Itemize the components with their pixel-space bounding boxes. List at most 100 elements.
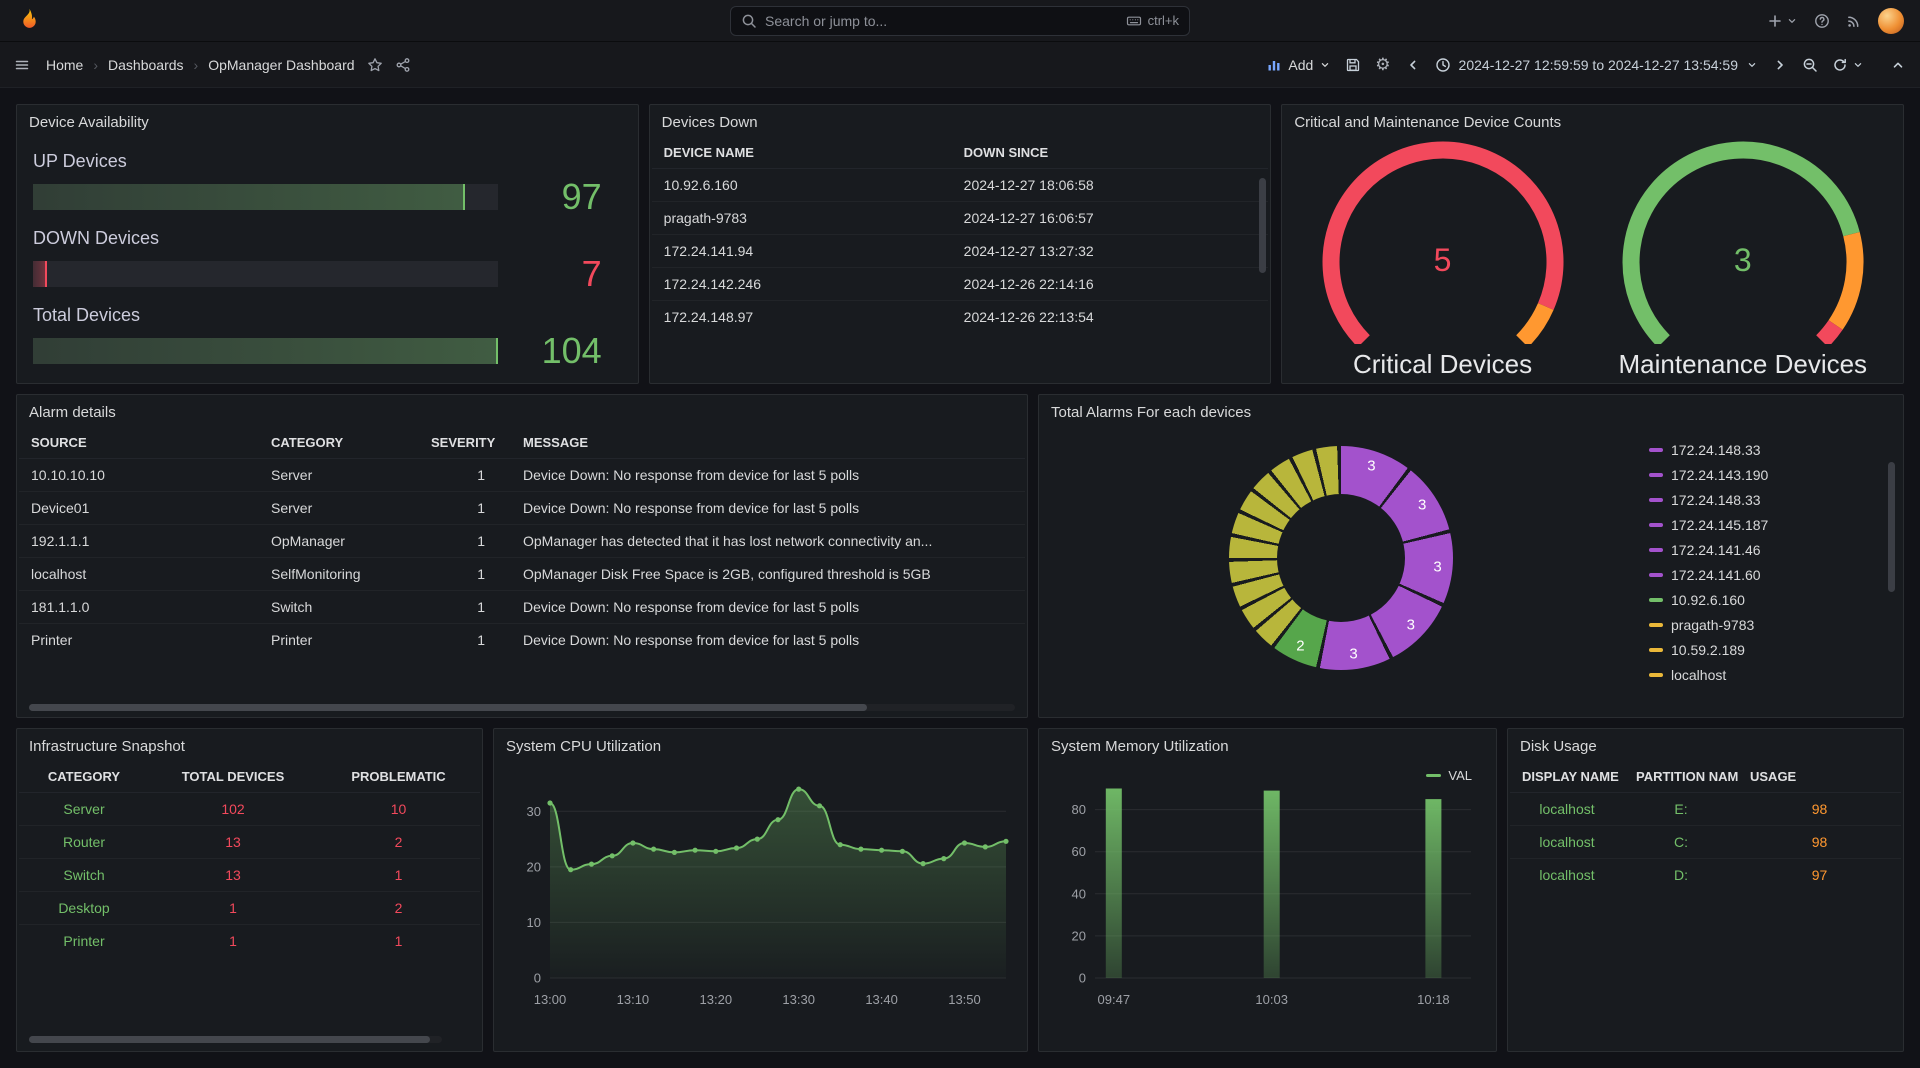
help-icon[interactable]: [1814, 13, 1830, 29]
problematic-cell: 1: [317, 925, 480, 958]
chevron-down-icon: [1319, 59, 1331, 71]
table-row: Server 102 10: [19, 793, 480, 826]
column-header[interactable]: CATEGORY: [259, 426, 419, 459]
time-range-picker[interactable]: 2024-12-27 12:59:59 to 2024-12-27 13:54:…: [1435, 57, 1758, 73]
time-shift-back-icon[interactable]: [1405, 57, 1421, 73]
column-header[interactable]: MESSAGE: [511, 426, 1025, 459]
column-header[interactable]: SOURCE: [19, 426, 259, 459]
memory-legend-item[interactable]: VAL: [1426, 768, 1472, 783]
table-row: Printer Printer 1 Device Down: No respon…: [19, 624, 1025, 657]
breadcrumb-home[interactable]: Home: [46, 57, 83, 73]
panel-title[interactable]: Critical and Maintenance Device Counts: [1282, 105, 1903, 136]
news-rss-icon[interactable]: [1846, 13, 1862, 29]
bargauge-label: DOWN Devices: [33, 228, 622, 249]
table-horizontal-scrollbar[interactable]: [29, 704, 1015, 711]
table-row: localhost E: 98: [1510, 793, 1901, 826]
legend-item[interactable]: pragath-9783: [1649, 617, 1861, 633]
user-avatar[interactable]: [1878, 8, 1904, 34]
column-header[interactable]: USAGE: [1738, 760, 1901, 793]
panel-title[interactable]: Infrastructure Snapshot: [17, 729, 482, 760]
panel-title[interactable]: Disk Usage: [1508, 729, 1903, 760]
total-devices-cell: 1: [149, 925, 317, 958]
search-placeholder: Search or jump to...: [765, 13, 887, 29]
dashboard-quick-actions: [367, 57, 411, 73]
legend-item[interactable]: 172.24.148.33: [1649, 492, 1861, 508]
table-row: 181.1.1.0 Switch 1 Device Down: No respo…: [19, 591, 1025, 624]
table-vertical-scrollbar[interactable]: [1259, 178, 1266, 373]
legend-item[interactable]: 172.24.143.190: [1649, 467, 1861, 483]
svg-text:30: 30: [527, 804, 541, 819]
category-cell: Server: [19, 793, 149, 826]
menu-icon[interactable]: [14, 57, 30, 73]
message-cell: Device Down: No response from device for…: [511, 624, 1025, 657]
legend-item[interactable]: 172.24.145.187: [1649, 517, 1861, 533]
refresh-button[interactable]: [1832, 57, 1864, 73]
column-header[interactable]: PROBLEMATIC: [317, 760, 480, 793]
panel-title[interactable]: Devices Down: [650, 105, 1271, 136]
column-header[interactable]: DISPLAY NAME: [1510, 760, 1624, 793]
legend-item[interactable]: localhost: [1649, 667, 1861, 683]
bargauge-value: 97: [518, 179, 622, 215]
column-header[interactable]: TOTAL DEVICES: [149, 760, 317, 793]
legend-color-dash: [1649, 523, 1663, 527]
table-row: Router 13 2: [19, 826, 480, 859]
new-dropdown-button[interactable]: [1767, 13, 1798, 29]
column-header[interactable]: CATEGORY: [19, 760, 149, 793]
panel-critical-maintenance-gauges: Critical and Maintenance Device Counts 5…: [1281, 104, 1904, 384]
usage-cell: 98: [1738, 826, 1901, 859]
device-name-cell: pragath-9783: [652, 202, 952, 235]
time-shift-forward-icon[interactable]: [1772, 57, 1788, 73]
svg-text:10:18: 10:18: [1417, 992, 1450, 1007]
legend-item[interactable]: 172.24.141.60: [1649, 567, 1861, 583]
search-icon: [741, 13, 757, 29]
bargauge-track: [33, 261, 498, 287]
source-cell: Device01: [19, 492, 259, 525]
gauge-label: Maintenance Devices: [1603, 349, 1883, 380]
column-header[interactable]: DEVICE NAME: [652, 136, 952, 169]
legend-color-dash: [1649, 498, 1663, 502]
legend-item[interactable]: 10.92.6.160: [1649, 592, 1861, 608]
panel-title[interactable]: Alarm details: [17, 395, 1027, 426]
cpu-chart-svg: 010203013:0013:1013:2013:3013:4013:50: [506, 764, 1016, 1020]
legend-item[interactable]: 10.59.2.189: [1649, 642, 1861, 658]
dashboard-settings-icon[interactable]: ⚙: [1375, 56, 1390, 73]
category-cell: SelfMonitoring: [259, 558, 419, 591]
panel-disk-usage: Disk Usage DISPLAY NAME PARTITION NAME U…: [1507, 728, 1904, 1052]
svg-text:0: 0: [1079, 971, 1086, 986]
legend-item[interactable]: 172.24.148.33: [1649, 442, 1861, 458]
add-dropdown-button[interactable]: Add: [1266, 57, 1331, 73]
dashboard-toolbar: Home › Dashboards › OpManager Dashboard …: [0, 42, 1920, 88]
table-horizontal-scrollbar[interactable]: [29, 1036, 442, 1043]
bargauge-value: 7: [518, 256, 622, 292]
display-name-cell: localhost: [1510, 859, 1624, 892]
panel-title[interactable]: Total Alarms For each devices: [1039, 395, 1903, 426]
panel-memory-utilization: System Memory Utilization VAL 0204060800…: [1038, 728, 1497, 1052]
alarm-details-table-body: 10.10.10.10 Server 1 Device Down: No res…: [19, 459, 1025, 657]
star-icon[interactable]: [367, 57, 383, 73]
panel-title[interactable]: Device Availability: [17, 105, 638, 136]
zoom-out-time-icon[interactable]: [1802, 57, 1818, 73]
disk-usage-table-body: localhost E: 98 localhost C: 98 localhos…: [1510, 793, 1901, 892]
legend-color-dash: [1649, 673, 1663, 677]
save-dashboard-icon[interactable]: [1345, 57, 1361, 73]
legend-color-dash: [1649, 573, 1663, 577]
panel-title[interactable]: System CPU Utilization: [494, 729, 1027, 760]
table-row: 10.10.10.10 Server 1 Device Down: No res…: [19, 459, 1025, 492]
devices-down-table-body: 10.92.6.160 2024-12-27 18:06:58 pragath-…: [652, 169, 1269, 334]
legend-label: 172.24.145.187: [1671, 517, 1768, 533]
collapse-toolbar-icon[interactable]: [1890, 57, 1906, 73]
search-input[interactable]: Search or jump to... ctrl+k: [730, 6, 1190, 36]
maintenance-devices-gauge-arc: [1611, 138, 1875, 344]
legend-scrollbar[interactable]: [1888, 462, 1895, 692]
panel-title[interactable]: System Memory Utilization: [1039, 729, 1496, 760]
column-header[interactable]: DOWN SINCE: [952, 136, 1269, 169]
column-header[interactable]: PARTITION NAME: [1624, 760, 1738, 793]
down-since-cell: 2024-12-27 18:06:58: [952, 169, 1269, 202]
grafana-logo[interactable]: [16, 7, 43, 34]
category-cell: Switch: [19, 859, 149, 892]
svg-text:13:20: 13:20: [700, 992, 733, 1007]
share-icon[interactable]: [395, 57, 411, 73]
breadcrumb-dashboards[interactable]: Dashboards: [108, 57, 184, 73]
column-header[interactable]: SEVERITY: [419, 426, 511, 459]
legend-item[interactable]: 172.24.141.46: [1649, 542, 1861, 558]
